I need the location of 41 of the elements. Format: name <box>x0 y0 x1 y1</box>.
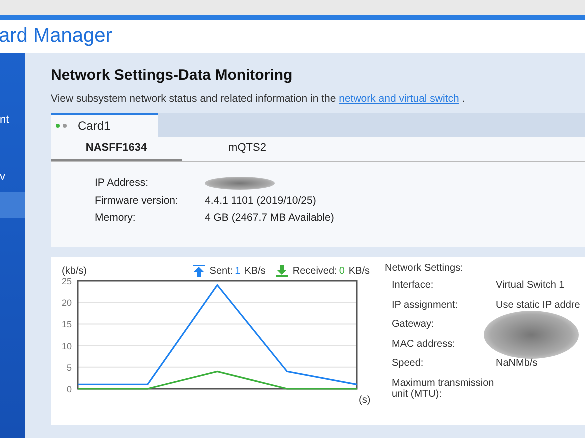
app-title: ard Manager <box>0 25 112 48</box>
legend-unit: KB/s <box>244 266 266 276</box>
legend-value: 0 <box>339 266 345 276</box>
sidebar-item[interactable]: v <box>0 164 25 190</box>
setting-label: Gateway: <box>392 319 436 332</box>
tick-label: 25 <box>62 277 72 286</box>
legend-value: 1 <box>235 266 241 276</box>
node-tab[interactable]: NASFF1634 <box>51 137 182 161</box>
tick-label: 20 <box>62 298 72 308</box>
info-label: IP Address: <box>95 177 150 190</box>
legend-label: Received: <box>292 266 338 276</box>
download-icon <box>276 265 288 277</box>
tick-label: 0 <box>66 384 72 394</box>
setting-label: Speed: <box>392 358 425 371</box>
page-description: View subsystem network status and related information in the network and virtual switch . <box>51 93 466 105</box>
sidebar-item[interactable] <box>0 192 25 218</box>
setting-label: Interface: <box>392 280 435 293</box>
info-label: Memory: <box>95 212 137 224</box>
setting-value: Virtual Switch 1 <box>496 280 566 293</box>
sidebar-item[interactable]: nt <box>0 107 25 133</box>
setting-label: MAC address: <box>392 338 456 352</box>
setting-value: Use static IP addre <box>496 300 582 312</box>
setting-label: Maximum transmission unit (MTU): <box>392 378 496 400</box>
card-tab[interactable]: Card1 <box>51 113 158 137</box>
page-heading: Network Settings-Data Monitoring <box>51 67 294 84</box>
info-value: 4 GB (2467.7 MB Available) <box>205 212 336 224</box>
info-value: 4.4.1 1101 (2019/10/25) <box>205 195 318 207</box>
legend-label: Sent: <box>210 266 234 276</box>
axis-label: (s) <box>359 395 371 405</box>
info-label: Firmware version: <box>95 195 180 207</box>
axis-label: (kb/s) <box>62 266 87 276</box>
legend-unit: KB/s <box>348 266 370 276</box>
setting-label: IP assignment: <box>392 300 459 312</box>
card-tab-label: Card1 <box>78 119 111 133</box>
setting-value: NaNMb/s <box>496 358 539 371</box>
upload-icon <box>192 265 205 277</box>
tick-label: 5 <box>66 362 72 373</box>
tick-label: 15 <box>62 320 72 330</box>
tick-label: 10 <box>62 341 72 352</box>
node-tab[interactable]: mQTS2 <box>182 137 313 161</box>
section-title: Network Settings: <box>385 263 464 274</box>
